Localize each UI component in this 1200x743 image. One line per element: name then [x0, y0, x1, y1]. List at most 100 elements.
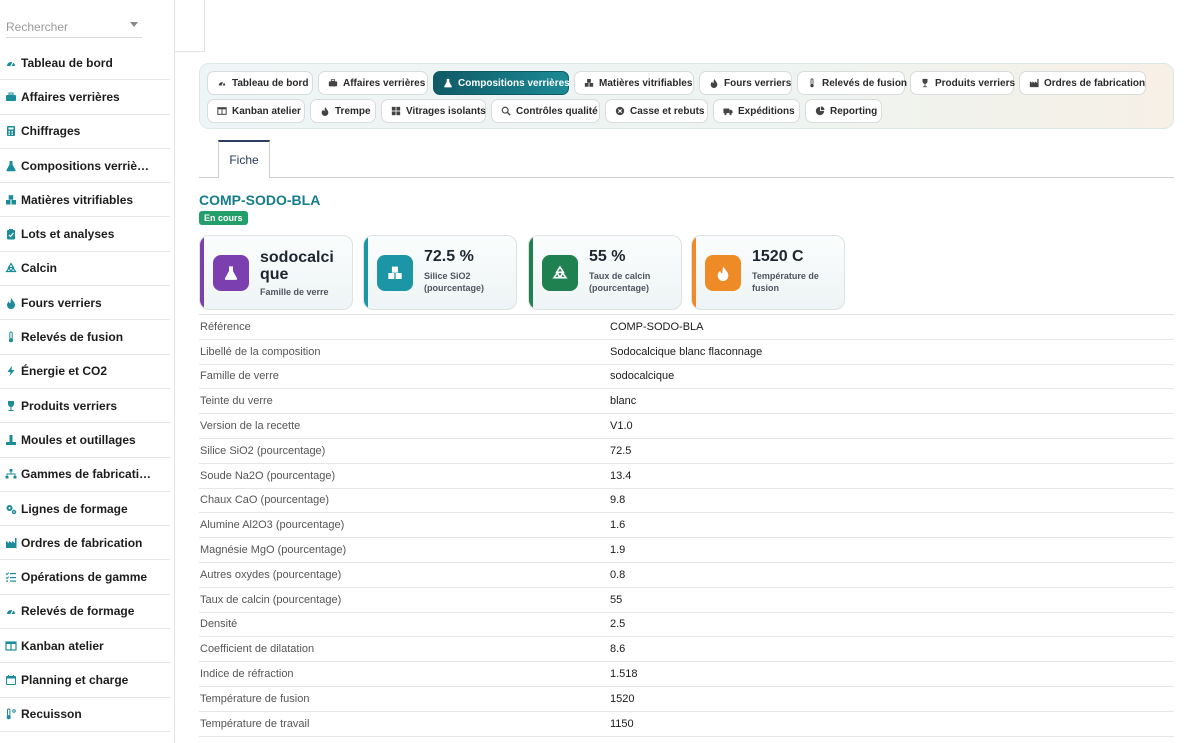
kpi-card: sodocalcique Famille de verre	[199, 235, 353, 310]
cogs-icon	[5, 503, 17, 515]
module-tab-label: Casse et rebuts	[630, 105, 705, 117]
industry-icon	[1029, 78, 1039, 88]
kpi-accent-bar	[692, 236, 696, 309]
calculator-icon	[5, 125, 17, 137]
detail-row: Température de fusion 1520	[199, 687, 1174, 712]
tab-fiche[interactable]: Fiche	[218, 140, 270, 178]
sidebar-item-label: Lignes de formage	[21, 501, 128, 516]
times-circle-icon	[615, 106, 625, 116]
module-tab[interactable]: Fours verriers	[699, 71, 792, 95]
sidebar-item-label: Calcin	[21, 261, 58, 276]
module-tab[interactable]: Compositions verrières	[433, 71, 570, 95]
briefcase-icon	[328, 78, 338, 88]
truck-icon	[723, 106, 733, 116]
sidebar-nav: Tableau de bord Affaires verrières Chiffra…	[0, 46, 170, 732]
search-input[interactable]: Rechercher	[6, 14, 142, 38]
module-tab[interactable]: Affaires verrières	[318, 71, 428, 95]
sidebar-item-label: Gammes de fabricati…	[21, 467, 152, 482]
module-tab[interactable]: Produits verriers	[910, 71, 1015, 95]
sidebar: Rechercher Tableau de bord Affaires verri…	[0, 0, 175, 743]
sidebar-item-label: Relevés de fusion	[21, 330, 124, 345]
sidebar-item[interactable]: Planning et charge	[0, 663, 170, 698]
field-label: Silice SiO2 (pourcentage)	[200, 444, 326, 457]
sidebar-item[interactable]: Kanban atelier	[0, 629, 170, 664]
module-tab[interactable]: Trempe	[310, 99, 376, 123]
module-tab[interactable]: Casse et rebuts	[605, 99, 708, 123]
sidebar-item[interactable]: Fours verriers	[0, 286, 170, 321]
sidebar-item[interactable]: Recuisson	[0, 698, 170, 732]
field-label: Indice de réfraction	[200, 668, 294, 681]
sidebar-item[interactable]: Opérations de gamme	[0, 560, 170, 595]
wine-glass-icon	[920, 78, 930, 88]
cubes-icon	[584, 78, 594, 88]
flask-icon	[443, 78, 453, 88]
sidebar-item[interactable]: Ordres de fabrication	[0, 526, 170, 561]
detail-row: Teinte du verre blanc	[199, 389, 1174, 415]
detail-row: Soude Na2O (pourcentage) 13.4	[199, 464, 1174, 489]
module-tab[interactable]: Matières vitrifiables	[574, 71, 694, 95]
sidebar-item[interactable]: Affaires verrières	[0, 80, 170, 115]
recycle-icon	[542, 255, 578, 291]
field-value: COMP-SODO-BLA	[610, 320, 704, 333]
module-tab[interactable]: Vitrages isolants	[381, 99, 486, 123]
sidebar-item[interactable]: Calcin	[0, 252, 170, 287]
field-label: Version de la recette	[200, 420, 301, 433]
sitemap-icon	[5, 468, 17, 480]
calendar-icon	[5, 674, 17, 686]
kpi-accent-bar	[200, 236, 204, 309]
bolt-icon	[5, 365, 17, 377]
tools-icon	[5, 434, 17, 446]
fire-icon	[5, 297, 17, 309]
field-value: 2.5	[610, 618, 626, 631]
flask-icon	[5, 160, 17, 172]
detail-row: Famille de verre sodocalcique	[199, 365, 1174, 390]
kpi-label: Silice SiO2 (pourcentage)	[424, 271, 485, 293]
module-tab[interactable]: Relevés de fusion	[797, 71, 907, 95]
detail-row: Taux de calcin (pourcentage) 55	[199, 588, 1174, 613]
sidebar-item[interactable]: Moules et outillages	[0, 423, 170, 458]
detail-row: Coefficient de dilatation 8.6	[199, 637, 1174, 663]
sidebar-item-label: Matières vitrifiables	[21, 192, 134, 207]
kpi-value: 55 %	[589, 248, 626, 265]
pie-chart-icon	[815, 106, 825, 116]
field-value: 9.8	[610, 494, 626, 507]
sidebar-item[interactable]: Relevés de fusion	[0, 320, 170, 355]
fire-icon	[705, 255, 741, 291]
industry-icon	[5, 537, 17, 549]
field-label: Référence	[200, 320, 251, 333]
sidebar-item[interactable]: Énergie et CO2	[0, 355, 170, 389]
module-tab[interactable]: Tableau de bord	[207, 71, 313, 95]
sidebar-item[interactable]: Chiffrages	[0, 115, 170, 149]
columns-icon	[217, 106, 227, 116]
module-tab[interactable]: Reporting	[805, 99, 882, 123]
kpi-accent-bar	[364, 236, 368, 309]
field-label: Taux de calcin (pourcentage)	[200, 593, 342, 606]
sidebar-item[interactable]: Relevés de formage	[0, 595, 170, 630]
sidebar-item-label: Kanban atelier	[21, 638, 104, 653]
status-badge: En cours	[199, 211, 248, 225]
sidebar-item[interactable]: Compositions verriè…	[0, 149, 170, 184]
module-tab[interactable]: Expéditions	[713, 99, 800, 123]
module-tab-label: Fours verriers	[724, 77, 792, 89]
field-value: 1.9	[610, 544, 626, 557]
module-tab-bar: Tableau de bord Affaires verrières Composi…	[199, 63, 1174, 129]
module-tab[interactable]: Kanban atelier	[207, 99, 305, 123]
clipboard-check-icon	[5, 228, 17, 240]
sidebar-item[interactable]: Tableau de bord	[0, 46, 170, 81]
sidebar-item-label: Tableau de bord	[21, 55, 113, 70]
field-label: Teinte du verre	[200, 395, 273, 408]
chevron-down-icon[interactable]	[130, 22, 138, 27]
sidebar-item[interactable]: Matières vitrifiables	[0, 183, 170, 218]
module-tab[interactable]: Ordres de fabrication	[1019, 71, 1146, 95]
field-value: blanc	[610, 395, 637, 408]
sidebar-item[interactable]: Lots et analyses	[0, 217, 170, 252]
kpi-card: 72.5 % Silice SiO2 (pourcentage)	[363, 235, 517, 310]
detail-row: Libellé de la composition Sodocalcique bl…	[199, 340, 1174, 365]
cubes-icon	[377, 255, 413, 291]
sidebar-item[interactable]: Produits verriers	[0, 389, 170, 424]
kpi-label: Taux de calcin (pourcentage)	[589, 271, 651, 293]
sidebar-item[interactable]: Gammes de fabricati…	[0, 458, 170, 492]
sidebar-item-label: Ordres de fabrication	[21, 535, 143, 550]
sidebar-item[interactable]: Lignes de formage	[0, 492, 170, 527]
module-tab[interactable]: Contrôles qualité	[491, 99, 600, 123]
